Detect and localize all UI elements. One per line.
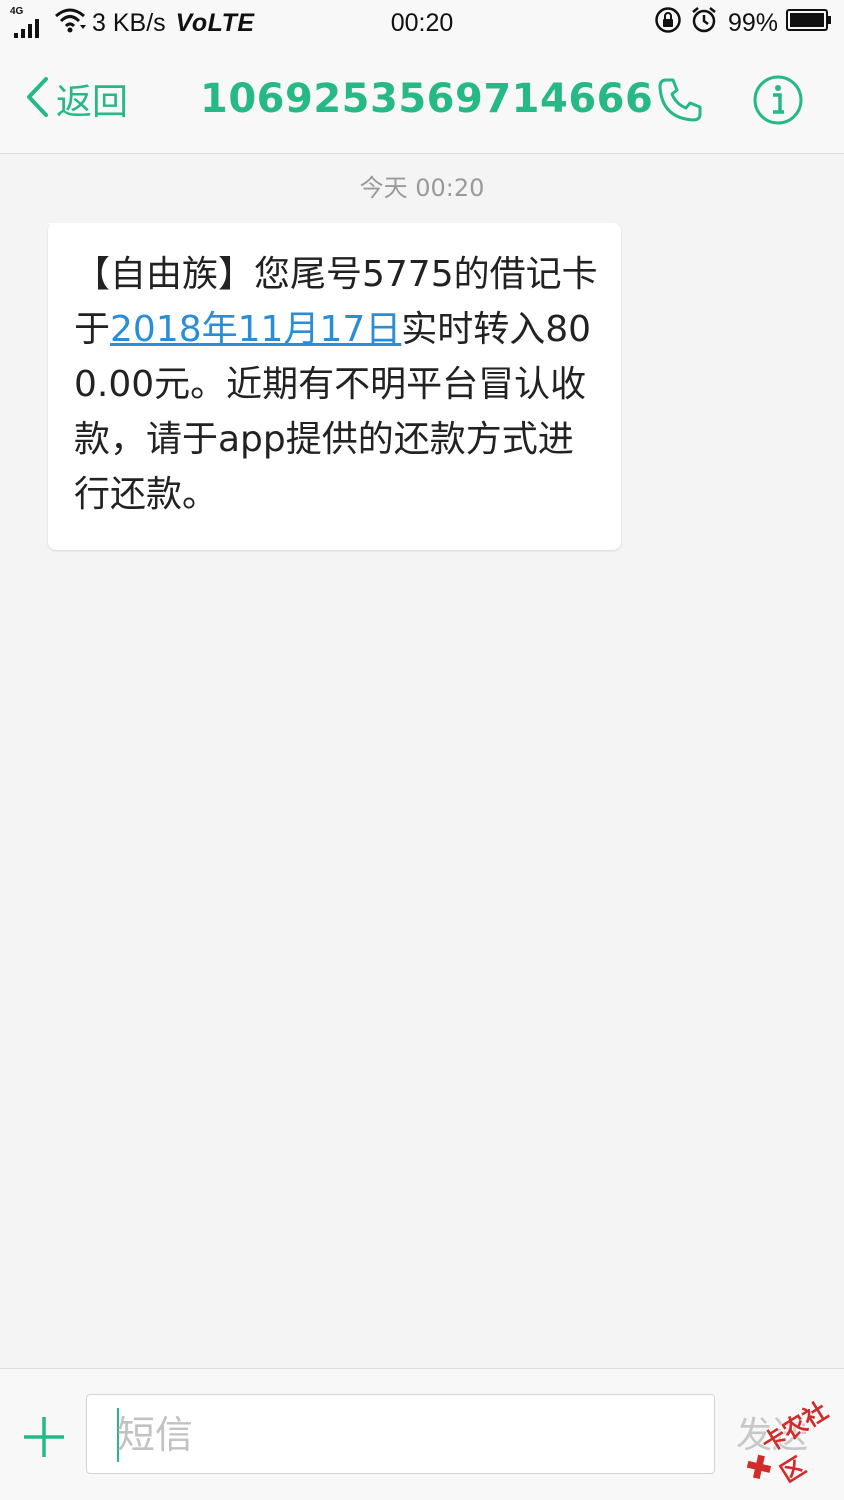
battery-icon [786,8,832,38]
add-attachment-button[interactable] [22,1415,66,1459]
message-timestamp: 今天 00:20 [359,174,485,202]
message-text: 【自由族】您尾号5775的借记卡于2018年11月17日实时转入800.00元。… [74,247,604,522]
phone-icon [656,78,704,128]
back-button[interactable]: 返回 [24,76,129,123]
alarm-icon [690,6,718,41]
back-label: 返回 [56,82,129,123]
call-button[interactable] [656,76,704,124]
conversation-header: 返回 1069253569714666 [0,46,844,154]
contact-title: 1069253569714666 [200,76,654,122]
message-bubble[interactable]: 【自由族】您尾号5775的借记卡于2018年11月17日实时转入800.00元。… [48,223,621,550]
plus-icon [22,1417,66,1463]
info-button[interactable] [752,74,804,126]
battery-percent: 99% [727,8,778,37]
sms-input[interactable]: 短信 [86,1394,715,1474]
chevron-left-icon [24,76,50,122]
date-link[interactable]: 2018年11月17日 [110,309,401,350]
bubble-tail [48,223,58,236]
info-icon [752,75,804,130]
status-bar: 4G 3 KB/s VoLTE 00:20 99% [0,0,844,46]
compose-bar: 短信 发送 [0,1368,844,1500]
rotation-lock-icon [654,6,682,41]
sms-input-placeholder: 短信 [117,1413,194,1457]
status-bar-right: 99% [654,6,832,40]
